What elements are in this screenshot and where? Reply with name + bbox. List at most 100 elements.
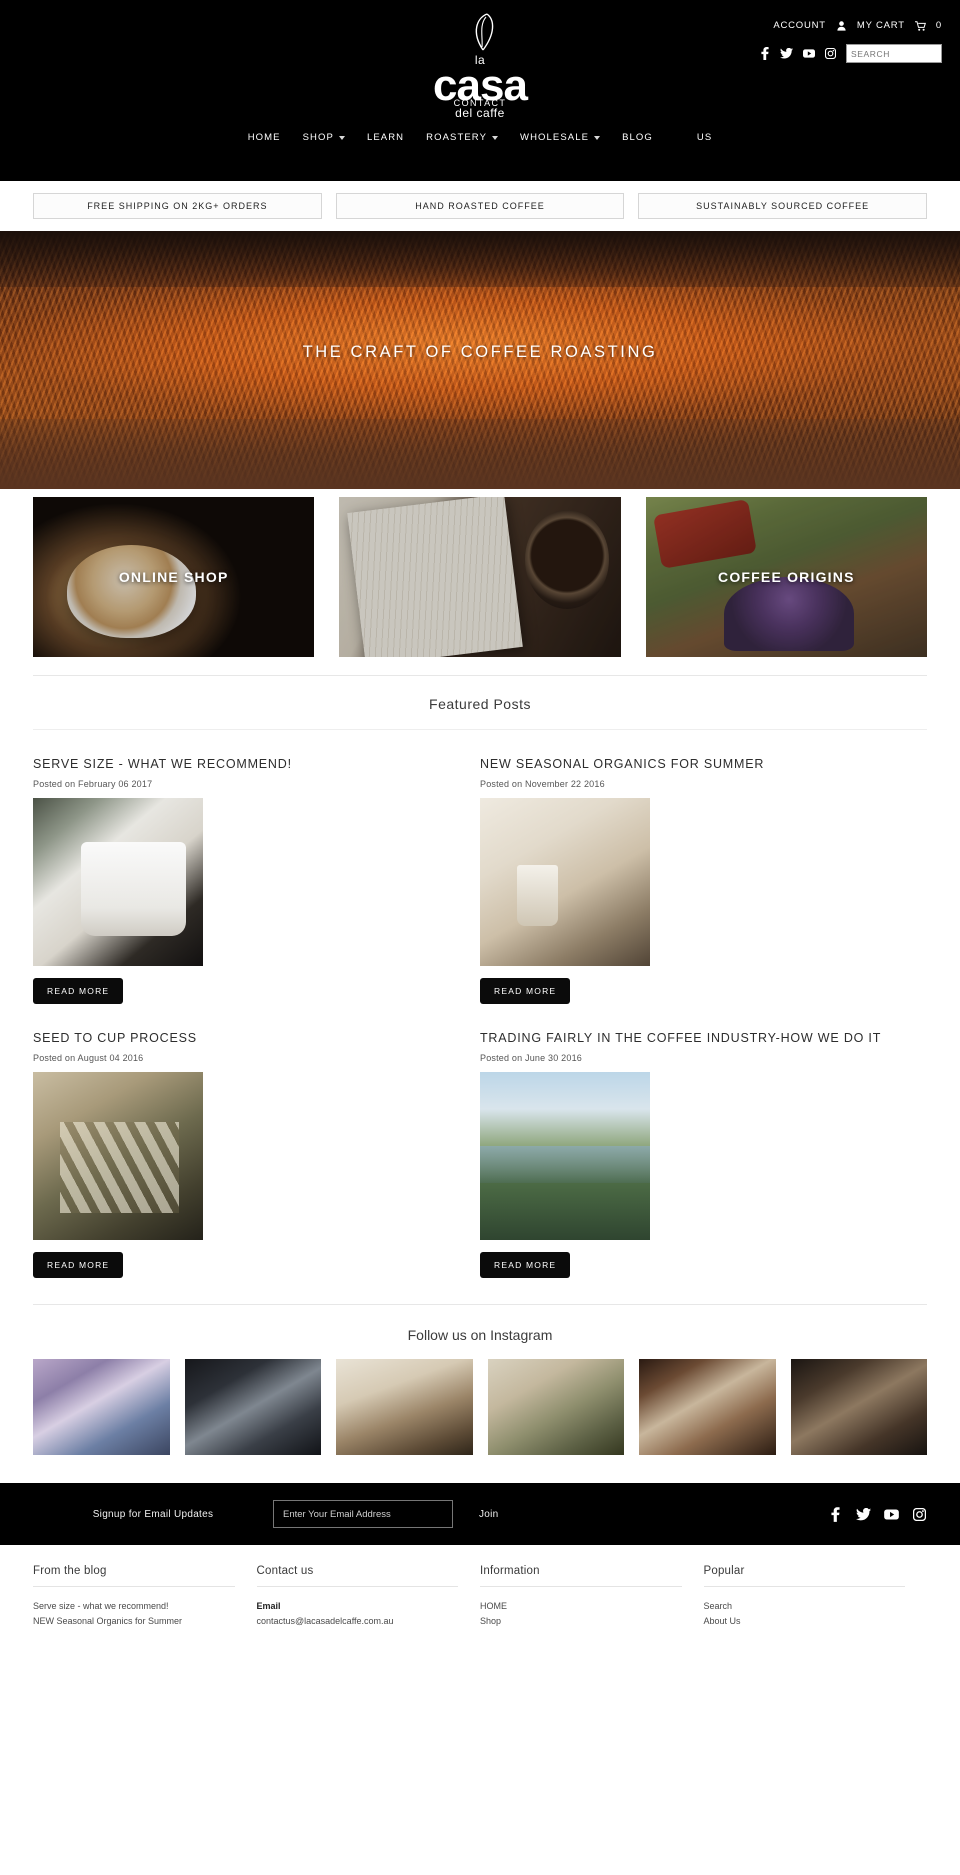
post-title[interactable]: NEW SEASONAL ORGANICS FOR SUMMER bbox=[480, 756, 897, 773]
post-card: NEW SEASONAL ORGANICS FOR SUMMER Posted … bbox=[480, 730, 927, 1004]
nav-label: BLOG bbox=[622, 132, 653, 143]
account-link[interactable]: ACCOUNT bbox=[773, 20, 826, 31]
cart-icon bbox=[914, 19, 927, 32]
post-title[interactable]: SERVE SIZE - WHAT WE RECOMMEND! bbox=[33, 756, 450, 773]
chevron-down-icon bbox=[338, 135, 345, 140]
read-more-button[interactable]: READ MORE bbox=[33, 1252, 124, 1278]
nav-item-us[interactable]: US bbox=[686, 128, 723, 147]
newsletter-email-input[interactable] bbox=[273, 1500, 453, 1528]
instagram-post[interactable] bbox=[790, 1359, 927, 1455]
nav-item-roastery[interactable]: ROASTERY bbox=[415, 128, 509, 147]
tile-label: COFFEE ORIGINS bbox=[718, 569, 855, 585]
instagram-post[interactable] bbox=[639, 1359, 776, 1455]
promo-free-shipping[interactable]: FREE SHIPPING ON 2KG+ ORDERS bbox=[33, 193, 322, 219]
nav-item-blog[interactable]: BLOG bbox=[611, 128, 664, 147]
promo-hand-roasted[interactable]: HAND ROASTED COFFEE bbox=[335, 193, 625, 219]
footer-email-address[interactable]: contactus@lacasadelcaffe.com.au bbox=[257, 1614, 459, 1629]
nav-item-shop[interactable]: SHOP bbox=[292, 128, 356, 147]
user-icon bbox=[835, 19, 848, 32]
post-thumbnail[interactable] bbox=[33, 798, 203, 966]
site-header: la casa del caffe ACCOUNT MY CART 0 CONT… bbox=[0, 0, 960, 181]
promo-bar: FREE SHIPPING ON 2KG+ ORDERS HAND ROASTE… bbox=[0, 181, 960, 231]
twitter-icon[interactable] bbox=[856, 1507, 871, 1522]
footer-column-title: Popular bbox=[703, 1565, 905, 1587]
post-title[interactable]: TRADING FAIRLY IN THE COFFEE INDUSTRY-HO… bbox=[480, 1030, 897, 1047]
hero-top-shadow bbox=[0, 231, 960, 287]
post-thumbnail[interactable] bbox=[33, 1072, 203, 1240]
nav-item-wholesale[interactable]: WHOLESALE bbox=[509, 128, 611, 147]
newsletter-join-button[interactable]: Join bbox=[479, 1509, 499, 1520]
footer-link[interactable]: Shop bbox=[480, 1614, 682, 1629]
instagram-icon[interactable] bbox=[824, 47, 837, 60]
post-date: Posted on June 30 2016 bbox=[480, 1053, 582, 1063]
tile-wholesale[interactable] bbox=[339, 497, 621, 657]
chevron-down-icon bbox=[492, 135, 499, 140]
header-utility-bar: ACCOUNT MY CART 0 bbox=[773, 19, 942, 32]
footer-link[interactable]: About Us bbox=[704, 1614, 906, 1629]
hero-banner[interactable]: THE CRAFT OF COFFEE ROASTING bbox=[0, 231, 960, 489]
footer-link-list: Serve size - what we recommend! NEW Seas… bbox=[33, 1599, 235, 1629]
footer-column-title: Contact us bbox=[256, 1565, 458, 1587]
tile-online-shop[interactable]: ONLINE SHOP bbox=[33, 497, 315, 657]
instagram-feed bbox=[0, 1359, 960, 1483]
search-input[interactable] bbox=[846, 44, 942, 63]
tile-coffee-origins[interactable]: COFFEE ORIGINS bbox=[645, 497, 927, 657]
footer-column-popular: Popular Search About Us bbox=[703, 1565, 928, 1629]
footer-link[interactable]: NEW Seasonal Organics for Summer bbox=[33, 1614, 235, 1629]
instagram-icon[interactable] bbox=[912, 1507, 927, 1522]
post-card: SEED TO CUP PROCESS Posted on August 04 … bbox=[33, 1004, 480, 1278]
cart-count: 0 bbox=[935, 20, 942, 31]
twitter-icon[interactable] bbox=[780, 47, 793, 60]
site-footer: From the blog Serve size - what we recom… bbox=[0, 1545, 960, 1655]
footer-column-contact-us: Contact us Email contactus@lacasadelcaff… bbox=[256, 1565, 481, 1629]
category-tiles: ONLINE SHOP COFFEE ORIGINS bbox=[0, 489, 960, 657]
instagram-post[interactable] bbox=[336, 1359, 473, 1455]
logo-text-del-caffe: del caffe bbox=[455, 106, 505, 120]
footer-link[interactable]: HOME bbox=[480, 1599, 682, 1614]
youtube-icon[interactable] bbox=[884, 1507, 899, 1522]
nav-label: HOME bbox=[247, 132, 281, 143]
post-thumbnail[interactable] bbox=[480, 798, 650, 966]
read-more-button[interactable]: READ MORE bbox=[33, 978, 124, 1004]
nav-item-home[interactable]: HOME bbox=[237, 128, 292, 147]
facebook-icon[interactable] bbox=[758, 47, 771, 60]
post-thumbnail[interactable] bbox=[480, 1072, 650, 1240]
read-more-button[interactable]: READ MORE bbox=[480, 1252, 571, 1278]
main-navigation: HOME SHOP LEARN ROASTERY WHOLESALE BLOG … bbox=[0, 128, 960, 147]
header-social-links bbox=[758, 44, 942, 63]
facebook-icon[interactable] bbox=[828, 1506, 843, 1522]
post-date: Posted on November 22 2016 bbox=[480, 779, 605, 789]
post-card: SERVE SIZE - WHAT WE RECOMMEND! Posted o… bbox=[33, 730, 480, 1004]
instagram-post[interactable] bbox=[33, 1359, 170, 1455]
footer-column-title: Information bbox=[480, 1565, 682, 1587]
post-date: Posted on August 04 2016 bbox=[33, 1053, 144, 1063]
instagram-post[interactable] bbox=[487, 1359, 624, 1455]
tile-label: ONLINE SHOP bbox=[118, 569, 229, 585]
post-card: TRADING FAIRLY IN THE COFFEE INDUSTRY-HO… bbox=[480, 1004, 927, 1278]
nav-label: US bbox=[696, 132, 713, 143]
chevron-down-icon bbox=[594, 135, 601, 140]
featured-posts-heading: Featured Posts bbox=[33, 675, 927, 730]
promo-sustainably-sourced[interactable]: SUSTAINABLY SOURCED COFFEE bbox=[638, 193, 928, 219]
contact-link[interactable]: CONTACT bbox=[0, 98, 960, 108]
instagram-heading: Follow us on Instagram bbox=[33, 1304, 927, 1359]
footer-social-links bbox=[828, 1506, 927, 1522]
hero-bottom-shadow bbox=[0, 419, 960, 489]
instagram-post[interactable] bbox=[184, 1359, 321, 1455]
footer-link-list: Email contactus@lacasadelcaffe.com.au bbox=[257, 1599, 459, 1629]
footer-column-information: Information HOME Shop bbox=[480, 1565, 704, 1629]
hero-title: THE CRAFT OF COFFEE ROASTING bbox=[302, 343, 658, 361]
footer-link[interactable]: Serve size - what we recommend! bbox=[33, 1599, 235, 1614]
my-cart-link[interactable]: MY CART bbox=[857, 20, 905, 31]
newsletter-signup-bar: Signup for Email Updates Join bbox=[0, 1483, 960, 1545]
post-title[interactable]: SEED TO CUP PROCESS bbox=[33, 1030, 450, 1047]
featured-posts-grid: SERVE SIZE - WHAT WE RECOMMEND! Posted o… bbox=[0, 730, 960, 1278]
featured-posts-section: Featured Posts bbox=[0, 675, 960, 730]
nav-label: ROASTERY bbox=[426, 132, 488, 143]
tile-overlay bbox=[339, 497, 621, 657]
youtube-icon[interactable] bbox=[802, 47, 815, 60]
footer-link[interactable]: Search bbox=[704, 1599, 906, 1614]
nav-item-learn[interactable]: LEARN bbox=[356, 128, 415, 147]
coffee-bean-icon bbox=[457, 10, 503, 56]
read-more-button[interactable]: READ MORE bbox=[480, 978, 571, 1004]
